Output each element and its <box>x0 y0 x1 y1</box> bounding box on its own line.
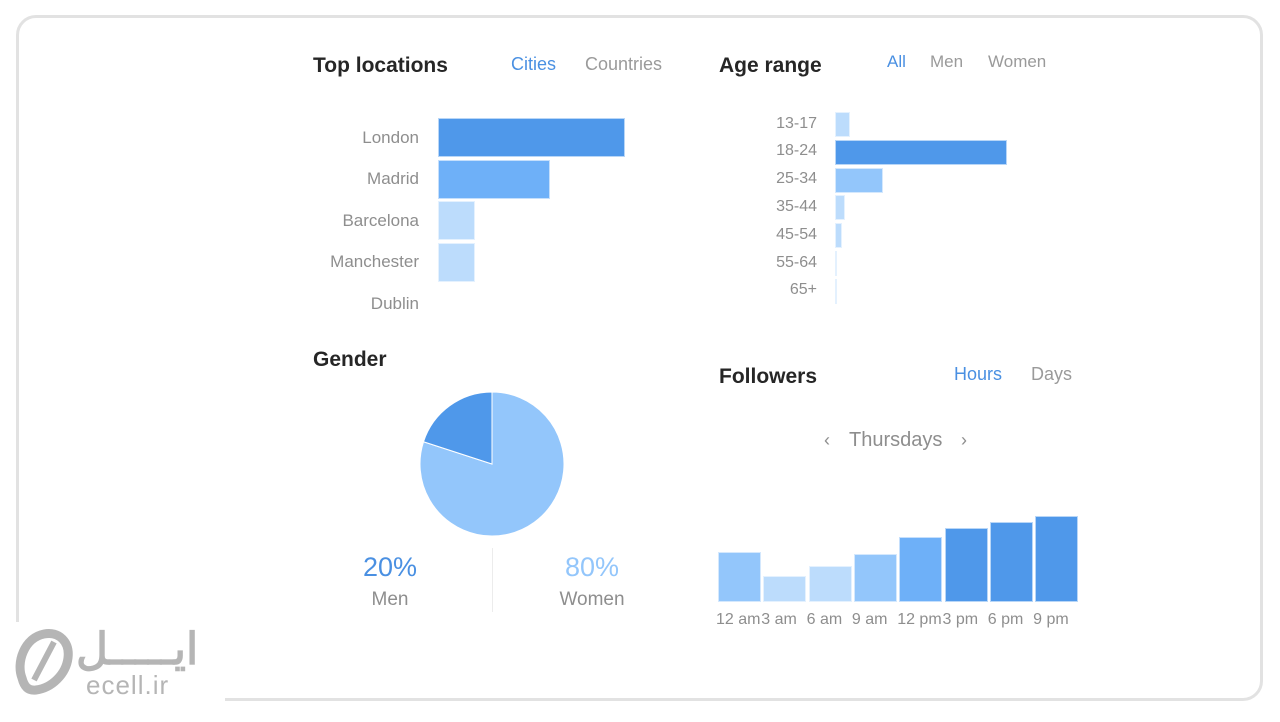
followers-tick-label: 9 am <box>851 611 888 628</box>
men-percent: 20% <box>362 552 418 582</box>
bar-manchester <box>438 242 476 282</box>
tab-countries[interactable]: Countries <box>585 54 662 75</box>
tab-hours[interactable]: Hours <box>954 364 1002 385</box>
watermark-text-en: ecell.ir <box>86 670 170 700</box>
bar-65- <box>835 278 837 304</box>
bar-55-64 <box>835 251 837 276</box>
followers-bar-9-am <box>853 553 897 602</box>
followers-bar-3-pm <box>944 528 988 602</box>
followers-tick-label: 9 pm <box>1033 611 1069 628</box>
bar-label: 65+ <box>789 281 817 299</box>
followers-tick-label: 12 am <box>716 611 761 628</box>
bar-label: 55-64 <box>776 253 817 271</box>
bar-label: Barcelona <box>342 210 419 230</box>
watermark-text-fa: ایـــــل <box>76 625 199 674</box>
followers-tick-label: 3 am <box>761 611 797 628</box>
bar-label: Madrid <box>367 169 419 188</box>
bar-label: 45-54 <box>776 225 817 243</box>
chevron-left-icon[interactable]: ‹ <box>824 430 830 451</box>
women-percent: 80% <box>564 552 620 582</box>
ecell-logo-icon <box>15 629 73 695</box>
bar-45-54 <box>835 223 842 249</box>
bar-13-17 <box>835 112 851 137</box>
age-range-title: Age range <box>719 54 822 77</box>
bar-label: Dublin <box>370 293 419 313</box>
tab-women[interactable]: Women <box>988 52 1046 72</box>
gender-pie-chart <box>419 391 565 537</box>
tab-all[interactable]: All <box>887 52 906 72</box>
followers-bar-6-pm <box>989 522 1033 602</box>
followers-bar-12-pm <box>899 536 943 602</box>
bar-label: 35-44 <box>776 197 817 215</box>
followers-tick-label: 6 pm <box>987 611 1024 628</box>
bar-madrid <box>438 159 551 199</box>
followers-bar-9-pm <box>1035 516 1079 602</box>
bar-18-24 <box>835 139 1007 165</box>
followers-bar-3-am <box>763 576 807 602</box>
followers-bar-6-am <box>808 565 852 602</box>
bar-label: 13-17 <box>776 114 817 132</box>
followers-tick-label: 12 pm <box>897 611 942 628</box>
followers-tick-label: 3 pm <box>942 611 979 628</box>
gender-title: Gender <box>313 348 387 371</box>
bar-label: Manchester <box>330 252 419 271</box>
women-label: Women <box>559 589 625 610</box>
day-selector-label: Thursdays <box>849 429 943 451</box>
followers-title: Followers <box>719 365 818 388</box>
followers-bar-12-am <box>718 552 761 602</box>
bar-25-34 <box>835 167 884 193</box>
men-label: Men <box>371 589 409 610</box>
top-locations-title: Top locations <box>313 54 448 77</box>
bar-label: London <box>362 127 419 147</box>
watermark: ایـــــل ecell.ir <box>14 625 198 703</box>
followers-tick-label: 6 am <box>806 611 843 628</box>
bar-barcelona <box>438 201 476 240</box>
bar-35-44 <box>835 195 846 221</box>
tab-cities[interactable]: Cities <box>511 54 556 75</box>
bar-london <box>438 118 625 157</box>
bar-label: 18-24 <box>776 142 817 160</box>
tab-days[interactable]: Days <box>1031 364 1072 385</box>
gender-divider <box>492 548 493 612</box>
chevron-right-icon[interactable]: › <box>961 430 967 451</box>
bar-label: 25-34 <box>776 170 817 188</box>
tab-men[interactable]: Men <box>930 52 963 72</box>
